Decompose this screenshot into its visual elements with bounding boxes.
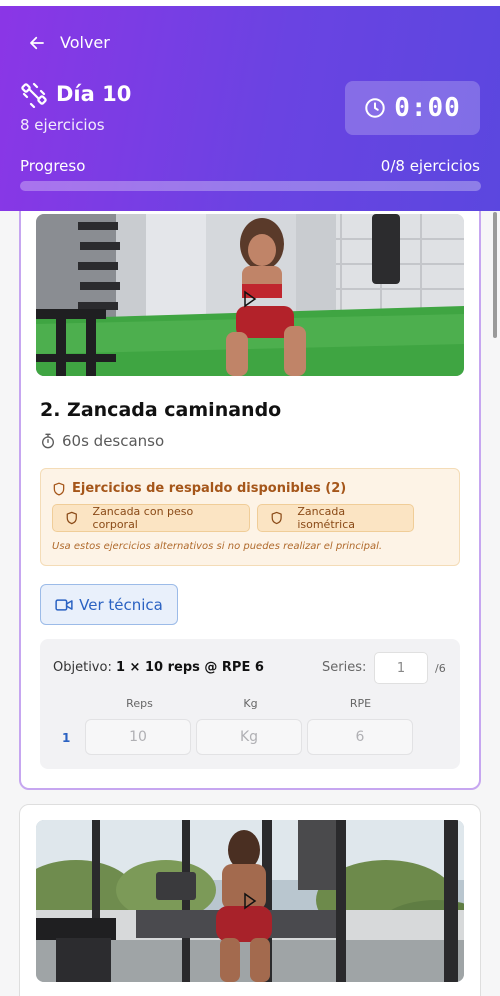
backup-option-label: Zancada con peso corporal bbox=[92, 505, 194, 531]
column-header-kg: Kg bbox=[243, 697, 258, 710]
scrollbar[interactable] bbox=[493, 212, 497, 338]
progress-bar bbox=[20, 181, 481, 191]
backup-option-label: Zancada isométrica bbox=[297, 505, 356, 531]
set-number: 1 bbox=[62, 731, 71, 745]
objective-value: 1 × 10 reps @ RPE 6 bbox=[115, 660, 264, 675]
shield-icon bbox=[66, 511, 77, 525]
backup-option-1[interactable]: Zancada con peso corporal bbox=[52, 504, 250, 532]
series-label: Series: bbox=[322, 660, 367, 675]
exercise-title: 2. Zancada caminando bbox=[40, 399, 282, 421]
view-technique-button[interactable]: Ver técnica bbox=[40, 584, 178, 625]
shield-icon bbox=[271, 511, 282, 525]
objective: Objetivo: 1 × 10 reps @ RPE 6 bbox=[53, 660, 264, 675]
backup-heading: Ejercicios de respaldo disponibles (2) bbox=[52, 481, 346, 496]
exercise-video-thumbnail[interactable] bbox=[36, 820, 464, 982]
shield-icon bbox=[53, 482, 65, 495]
column-header-reps: Reps bbox=[126, 697, 153, 710]
backup-note: Usa estos ejercicios alternativos si no … bbox=[52, 541, 383, 552]
objective-prefix: Objetivo: bbox=[53, 660, 112, 675]
series-input[interactable]: 1 bbox=[374, 652, 428, 684]
stopwatch-icon bbox=[42, 433, 54, 449]
back-label: Volver bbox=[60, 33, 110, 52]
set-logging-panel: Objetivo: 1 × 10 reps @ RPE 6 Series: 1 … bbox=[40, 639, 460, 769]
progress-label: Progreso bbox=[20, 157, 86, 175]
video-icon bbox=[55, 598, 73, 611]
series-total: /6 bbox=[435, 662, 446, 675]
backup-option-2[interactable]: Zancada isométrica bbox=[257, 504, 414, 532]
page-title: Día 10 bbox=[56, 82, 132, 106]
rest-time: 60s descanso bbox=[40, 432, 164, 450]
kg-input[interactable]: Kg bbox=[196, 719, 302, 755]
column-header-rpe: RPE bbox=[349, 697, 372, 710]
exercise-count: 8 ejercicios bbox=[20, 116, 105, 134]
backup-exercises-panel: Ejercicios de respaldo disponibles (2) Z… bbox=[40, 468, 460, 566]
view-technique-label: Ver técnica bbox=[79, 595, 163, 614]
workout-timer[interactable]: 0:00 bbox=[345, 81, 480, 135]
timer-value: 0:00 bbox=[394, 93, 461, 123]
backup-heading-text: Ejercicios de respaldo disponibles (2) bbox=[72, 481, 347, 496]
reps-input[interactable]: 10 bbox=[85, 719, 191, 755]
rest-label: 60s descanso bbox=[62, 432, 165, 450]
progress-count: 0/8 ejercicios bbox=[380, 157, 480, 175]
dumbbell-icon bbox=[21, 82, 47, 108]
workout-header: Volver Día 10 8 ejercicios 0:00 Progreso… bbox=[0, 0, 500, 211]
back-button[interactable]: Volver bbox=[28, 33, 110, 52]
exercise-video-thumbnail[interactable] bbox=[36, 214, 464, 376]
page-title-row: Día 10 bbox=[20, 80, 131, 108]
arrow-left-icon bbox=[30, 36, 44, 49]
clock-icon bbox=[365, 98, 385, 118]
rpe-input[interactable]: 6 bbox=[307, 719, 413, 755]
